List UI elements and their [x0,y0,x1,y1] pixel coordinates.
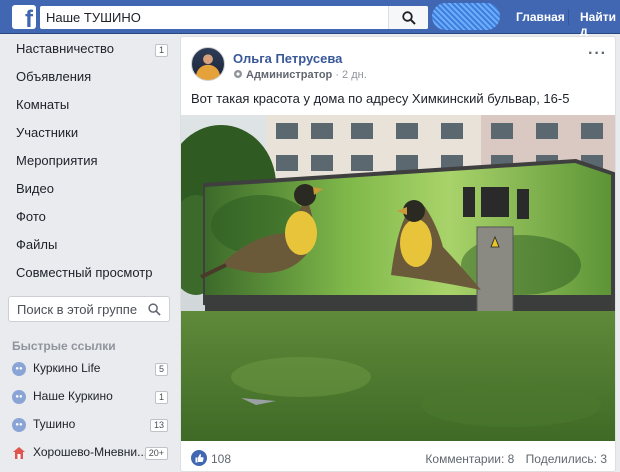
post-footer: 108 Комментарии: 8 Поделились: 3 [181,441,615,471]
search-button[interactable] [388,6,428,29]
sidebar-item-events[interactable]: Мероприятия [16,153,98,168]
search-icon [402,11,416,25]
avatar[interactable] [191,47,225,81]
quick-links-heading: Быстрые ссылки [12,339,116,353]
quick-link-tushino[interactable]: ●● Тушино 13 [12,416,172,434]
like-count[interactable]: 108 [211,452,231,466]
sidebar-count-badge: 1 [154,44,168,57]
quick-link-khoroshevo-mnevniki[interactable]: Хорошево-Мневни... 20+ [12,444,172,462]
sidebar-item-label: Объявления [16,69,92,84]
house-icon [12,446,26,460]
sidebar-item-videos[interactable]: Видео [16,181,54,196]
group-icon: ●● [12,390,26,404]
post-card: Ольга Петрусева Администратор · 2 дн. ··… [180,36,616,472]
global-search-input[interactable] [46,9,386,26]
quick-link-label: Наше Куркино [33,389,113,403]
admin-badge-icon [234,70,242,78]
global-search[interactable] [40,6,428,29]
group-icon: ●● [12,418,26,432]
post-text: Вот такая красота у дома по адресу Химки… [191,91,570,106]
sidebar-item-photos[interactable]: Фото [16,209,46,224]
sidebar-item-rooms[interactable]: Комнаты [16,97,69,112]
sidebar-item-label: Файлы [16,237,58,252]
sidebar-item-watch-party[interactable]: Совместный просмотр [16,265,152,280]
post-meta: Администратор · 2 дн. [233,69,367,81]
sidebar-item-label: Участники [16,125,79,140]
sidebar-item-files[interactable]: Файлы [16,237,57,252]
group-search[interactable] [8,296,170,322]
group-icon: ●● [12,362,26,376]
nav-divider [568,9,569,25]
post-stats: Комментарии: 8 Поделились: 3 [425,452,607,466]
quick-link-badge: 20+ [144,447,168,460]
profile-button-redacted[interactable] [432,3,500,30]
group-search-input[interactable] [17,302,147,317]
sidebar-item-mentorship[interactable]: Наставничество [16,41,166,56]
facebook-logo-icon[interactable]: f [12,5,36,29]
sidebar-item-members[interactable]: Участники [16,125,78,140]
post-timestamp[interactable]: 2 дн. [342,69,367,81]
quick-link-badge: 5 [154,363,168,376]
sidebar-item-announcements[interactable]: Объявления [16,69,91,84]
sidebar-item-label: Мероприятия [16,153,98,168]
like-reaction-icon[interactable] [191,450,207,466]
quick-link-badge: 1 [154,391,168,404]
post-photo[interactable] [181,115,616,441]
sidebar-item-label: Наставничество [16,41,114,56]
comments-count-link[interactable]: Комментарии: 8 [425,452,514,466]
sidebar-item-label: Фото [16,209,46,224]
shares-count-link[interactable]: Поделились: 3 [526,452,607,466]
quick-link-label: Тушино [33,417,76,431]
post-author-link[interactable]: Ольга Петрусева [233,51,342,66]
sidebar-item-label: Видео [16,181,54,196]
quick-link-label: Куркино Life [33,361,101,375]
quick-link-kurkino-life[interactable]: ●● Куркино Life 5 [12,360,172,378]
top-navigation-bar: f Главная Найти д [0,0,620,38]
search-icon[interactable] [148,303,161,316]
sidebar-item-label: Совместный просмотр [16,265,153,280]
quick-link-label: Хорошево-Мневни... [33,445,148,459]
sidebar-item-label: Комнаты [16,97,70,112]
quick-link-badge: 13 [149,419,168,432]
nav-home-link[interactable]: Главная [516,10,565,24]
post-author-role: Администратор [246,69,333,81]
quick-link-nashe-kurkino[interactable]: ●● Наше Куркино 1 [12,388,172,406]
more-options-icon[interactable]: ··· [588,45,607,63]
nav-find-friends-link[interactable]: Найти д [580,10,620,38]
